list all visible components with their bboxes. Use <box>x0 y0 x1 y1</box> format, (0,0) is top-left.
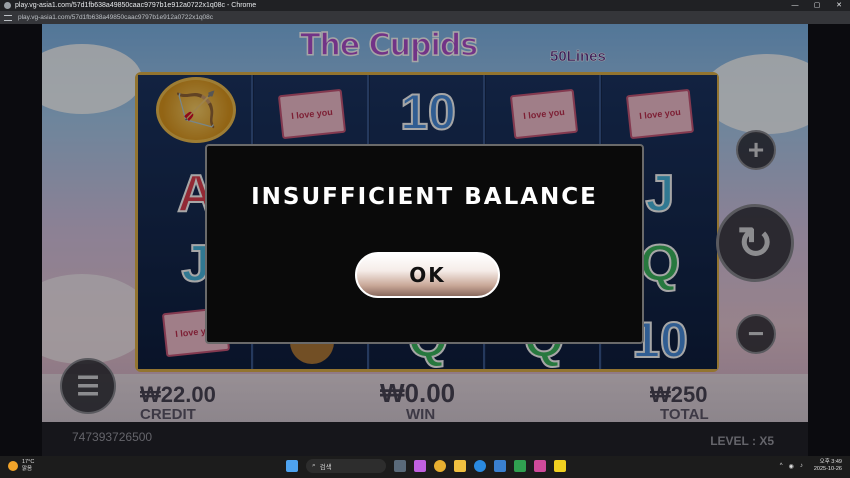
close-button[interactable]: ✕ <box>828 0 850 11</box>
minimize-button[interactable]: — <box>784 0 806 11</box>
dialog-message: INSUFFICIENT BALANCE <box>251 184 598 210</box>
store-icon[interactable] <box>494 460 506 472</box>
address-bar[interactable]: play.vg-asia1.com/57d1fb638a49850caac979… <box>0 11 850 24</box>
weather-widget[interactable]: 17°C 맑음 <box>8 459 34 473</box>
search-icon: ⌕ <box>312 462 316 469</box>
taskbar-clock[interactable]: 오후 3:49 2025-10-26 <box>814 459 842 473</box>
window-title: play.vg-asia1.com/57d1fb638a49850caac979… <box>15 2 257 9</box>
system-tray: ^ ◉ ♪ 오후 3:49 2025-10-26 <box>777 459 842 473</box>
file-explorer-icon[interactable] <box>454 460 466 472</box>
window-controls: — ▢ ✕ <box>784 0 850 11</box>
right-letterbox <box>808 24 850 456</box>
left-letterbox <box>0 24 42 456</box>
browser-title-bar: play.vg-asia1.com/57d1fb638a49850caac979… <box>0 0 850 11</box>
chrome-icon[interactable] <box>434 460 446 472</box>
edge-icon[interactable] <box>474 460 486 472</box>
app-icon[interactable] <box>514 460 526 472</box>
url-text[interactable]: play.vg-asia1.com/57d1fb638a49850caac979… <box>18 14 213 21</box>
kakaotalk-icon[interactable] <box>554 460 566 472</box>
temperature: 17°C <box>22 459 35 465</box>
clock-date: 2025-10-26 <box>813 466 842 472</box>
volume-icon[interactable]: ♪ <box>800 463 803 469</box>
site-settings-icon[interactable] <box>4 14 12 21</box>
weather-sun-icon <box>8 461 18 471</box>
slot-game-viewport[interactable]: The Cupids 50Lines 🏹 A J I love you I lo… <box>42 24 808 456</box>
tray-chevron-icon[interactable]: ^ <box>780 463 783 469</box>
network-icon[interactable]: ◉ <box>789 463 794 470</box>
taskbar-search[interactable]: ⌕ 검색 <box>306 459 386 473</box>
taskbar-apps: ⌕ 검색 <box>282 459 570 473</box>
clock-time: 오후 3:49 <box>819 459 842 465</box>
insufficient-balance-dialog: INSUFFICIENT BALANCE OK <box>205 144 644 344</box>
maximize-button[interactable]: ▢ <box>806 0 828 11</box>
weather-condition: 맑음 <box>22 466 33 472</box>
search-placeholder: 검색 <box>319 464 332 471</box>
instagram-icon[interactable] <box>534 460 546 472</box>
task-view-icon[interactable] <box>394 460 406 472</box>
windows-taskbar: 17°C 맑음 ⌕ 검색 ^ ◉ ♪ 오후 3:49 2025-10-26 <box>0 456 850 478</box>
site-favicon-icon <box>4 2 11 9</box>
copilot-icon[interactable] <box>414 460 426 472</box>
start-windows-icon[interactable] <box>286 460 298 472</box>
ok-button[interactable]: OK <box>355 252 500 298</box>
